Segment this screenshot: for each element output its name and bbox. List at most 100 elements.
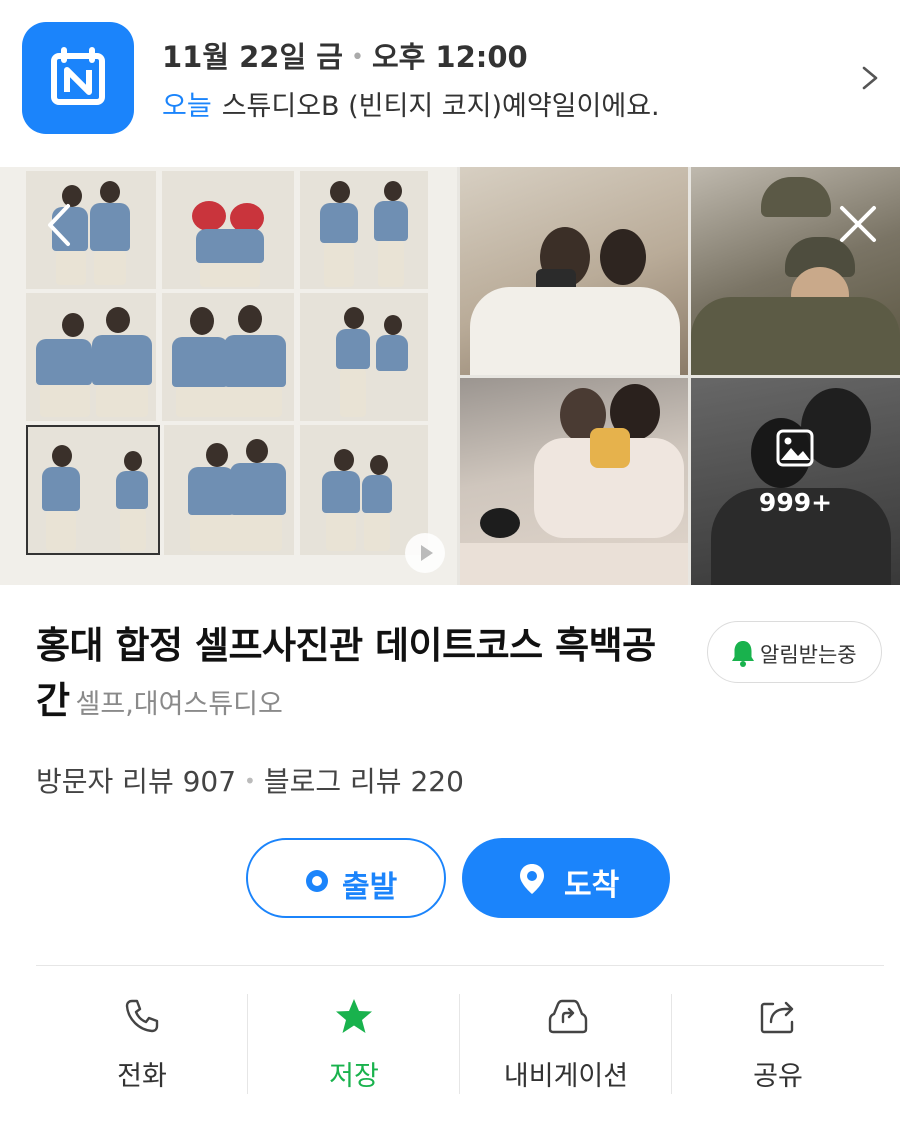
figure-pants — [190, 515, 282, 551]
more-overlay — [691, 378, 900, 585]
figure-head — [238, 305, 262, 333]
image-icon — [776, 429, 814, 467]
figure-body — [691, 297, 900, 375]
figure-head — [190, 307, 214, 335]
more-photos-count: 999+ — [758, 488, 833, 517]
gallery-photo[interactable] — [460, 167, 688, 375]
reservation-date: 11월 22일 금 — [162, 40, 343, 74]
origin-dot-icon — [306, 870, 328, 892]
navigation-label: 내비게이션 — [503, 1061, 629, 1092]
figure-shirt — [374, 201, 408, 241]
army-cap — [761, 177, 831, 217]
figure-head — [330, 181, 350, 203]
figure-pants — [120, 509, 146, 551]
navigation-button[interactable]: 내비게이션 — [460, 990, 672, 1098]
figure-shirt — [116, 471, 148, 509]
reservation-banner[interactable]: 11월 22일 금 • 오후 12:00 오늘 스튜디오B (빈티지 코지)예약일이에… — [0, 0, 900, 158]
figure-shirt — [90, 203, 130, 251]
figure-head — [62, 313, 84, 337]
save-label: 저장 — [329, 1061, 379, 1092]
figure-shirt — [172, 337, 228, 387]
car-navigation-icon — [548, 999, 588, 1034]
floor — [460, 543, 688, 585]
cake-shape — [590, 428, 630, 468]
figure-head — [384, 181, 402, 201]
divider — [36, 965, 884, 966]
figure-head — [370, 455, 388, 475]
reservation-text: 스튜디오B (빈티지 코지)예약일이에요. — [221, 91, 660, 122]
place-title-block: 홍대 합정 셀프사진관 데이트코스 흑백공간 셀프,대여스튜디오 — [36, 618, 676, 732]
photo-gallery: 999+ — [0, 167, 900, 585]
close-icon[interactable] — [836, 202, 880, 246]
figure-shirt — [322, 471, 360, 513]
figure-body — [470, 287, 680, 375]
arrive-button[interactable]: 도착 — [462, 838, 670, 918]
calendar-n-icon — [22, 22, 134, 134]
today-label: 오늘 — [162, 91, 212, 122]
figure-head — [600, 229, 646, 285]
figure-pants — [96, 385, 148, 417]
gallery-photo-more[interactable]: 999+ — [691, 378, 900, 585]
figure-shirt — [362, 475, 392, 513]
reservation-message: 오늘 스튜디오B (빈티지 코지)예약일이에요. — [162, 84, 660, 123]
heart-balloon — [192, 201, 226, 231]
share-label: 공유 — [753, 1061, 803, 1092]
figure-shirt — [336, 329, 370, 369]
figure-shirt — [36, 339, 92, 385]
figure-shirt — [320, 203, 358, 243]
figure-shirt — [42, 467, 80, 511]
figure-head — [246, 439, 268, 463]
reservation-time: 오후 12:00 — [371, 40, 528, 74]
save-button[interactable]: 저장 — [248, 990, 460, 1098]
separator-dot: • — [350, 45, 364, 70]
separator-dot: • — [244, 769, 256, 793]
figure-head — [106, 307, 130, 333]
depart-label: 출발 — [342, 870, 398, 905]
figure-pants — [94, 251, 126, 285]
figure-pants — [56, 251, 86, 285]
gallery-photo[interactable] — [691, 167, 900, 375]
reservation-datetime: 11월 22일 금 • 오후 12:00 — [162, 34, 528, 76]
figure-pants — [340, 369, 366, 417]
call-label: 전화 — [117, 1061, 167, 1092]
figure-shirt — [230, 463, 286, 515]
chevron-left-icon[interactable] — [40, 202, 80, 248]
plush-toy — [480, 508, 520, 538]
figure-pants — [46, 511, 76, 551]
review-summary: 방문자 리뷰 907 • 블로그 리뷰 220 — [36, 760, 464, 800]
action-bar: 전화 저장 내비게이션 공유 — [36, 990, 884, 1098]
figure-pants — [324, 243, 354, 287]
share-icon — [760, 1001, 794, 1034]
gallery-photo[interactable] — [460, 378, 688, 585]
call-button[interactable]: 전화 — [36, 990, 248, 1098]
phone-icon — [125, 999, 159, 1033]
figure-pants — [176, 387, 282, 417]
bell-icon — [732, 641, 754, 667]
figure-head — [334, 449, 354, 471]
alarm-subscribe-button[interactable]: 알림받는중 — [707, 621, 882, 683]
chevron-right-icon[interactable] — [858, 60, 882, 96]
play-icon[interactable] — [405, 533, 445, 573]
figure-shirt — [376, 335, 408, 371]
figure-pants — [378, 241, 404, 287]
figure-head — [100, 181, 120, 203]
visitor-reviews-link[interactable]: 방문자 리뷰 907 — [36, 765, 236, 798]
figure-head — [384, 315, 402, 335]
share-button[interactable]: 공유 — [672, 990, 884, 1098]
figure-head — [344, 307, 364, 329]
arrive-label: 도착 — [564, 868, 620, 903]
alarm-label: 알림받는중 — [760, 643, 857, 667]
figure-pants — [364, 513, 390, 551]
figure-shirt — [224, 335, 286, 387]
figure-pants — [200, 263, 260, 287]
place-category: 셀프,대여스튜디오 — [75, 689, 283, 720]
figure-head — [206, 443, 228, 467]
figure-head — [124, 451, 142, 471]
blog-reviews-link[interactable]: 블로그 리뷰 220 — [264, 765, 464, 798]
figure-pants — [40, 385, 90, 417]
figure-shirt — [92, 335, 152, 385]
star-icon — [336, 999, 372, 1033]
depart-button[interactable]: 출발 — [246, 838, 446, 918]
figure-shirt — [188, 467, 234, 515]
figure-pants — [326, 513, 356, 551]
